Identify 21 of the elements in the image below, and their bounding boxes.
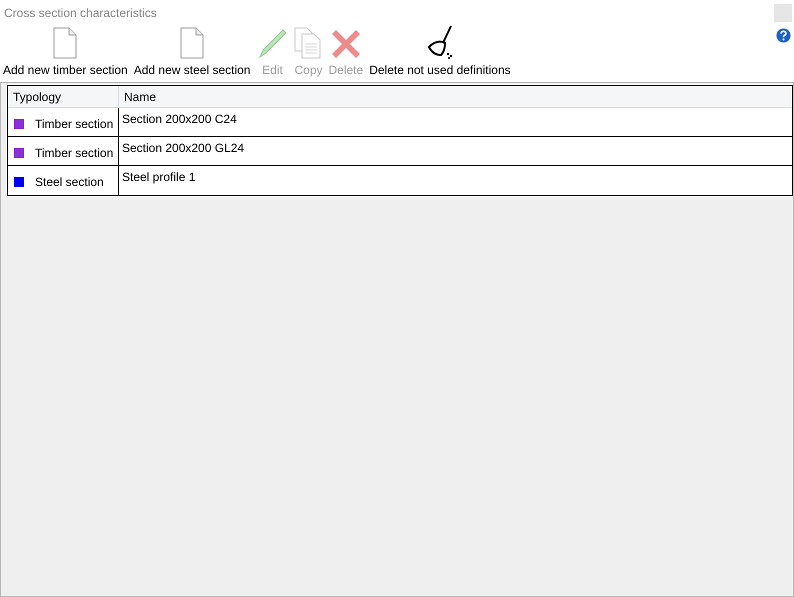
document-icon: [180, 27, 204, 59]
table-row[interactable]: Timber section Section 200x200 GL24: [8, 137, 792, 166]
name-text: Section 200x200 C24: [122, 112, 237, 126]
help-icon[interactable]: [776, 28, 791, 43]
copy-icon: [294, 27, 322, 59]
pencil-icon: [256, 27, 288, 59]
table-row[interactable]: Steel section Steel profile 1: [8, 166, 792, 195]
typology-text: Timber section: [35, 116, 114, 132]
typology-text: Timber section: [35, 144, 114, 162]
toolbar-button[interactable]: Delete not used definitions: [369, 25, 511, 79]
toolbar-button[interactable]: Add new steel section: [134, 27, 250, 79]
document-icon: [53, 27, 78, 59]
column-header[interactable]: Typology: [8, 86, 119, 107]
column-header[interactable]: Name: [119, 86, 792, 107]
name-text: Section 200x200 GL24: [122, 141, 244, 155]
typology-text: Steel section: [35, 174, 104, 191]
window-title: Cross section characteristics: [3, 5, 157, 22]
table-row[interactable]: Timber section Section 200x200 C24: [8, 108, 792, 137]
name-text: Steel profile 1: [122, 170, 196, 184]
delete-icon: [330, 29, 361, 59]
toolbar-button[interactable]: Add new timber section: [3, 27, 128, 79]
